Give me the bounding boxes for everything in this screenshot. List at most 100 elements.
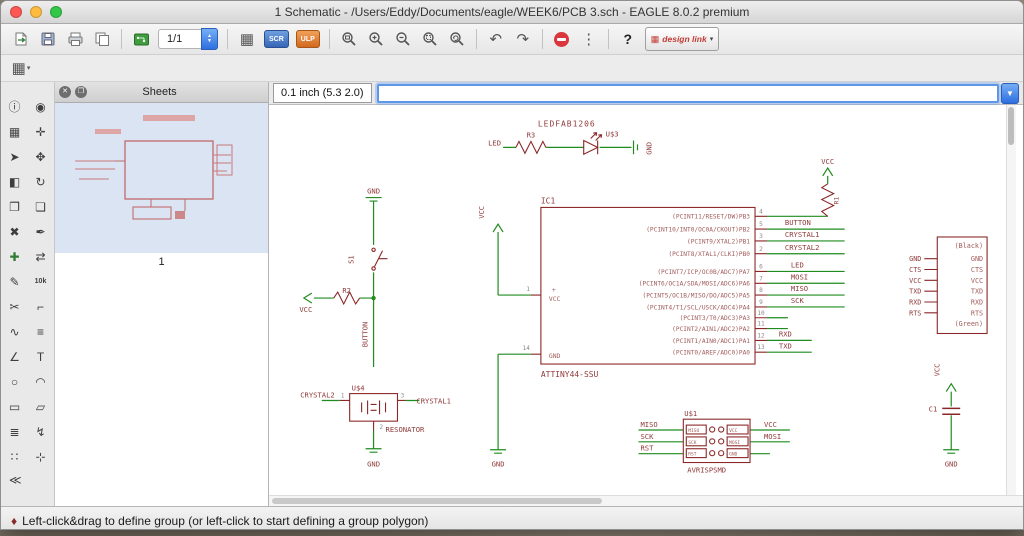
zoom-redraw-button[interactable] xyxy=(447,28,467,50)
ref-label[interactable]: U$4 xyxy=(352,384,365,393)
net-label[interactable]: CRYSTAL1 xyxy=(416,396,451,405)
ref-label[interactable]: U$1 xyxy=(684,409,697,418)
junction-tool-icon[interactable]: ∷ xyxy=(2,444,28,469)
net-label[interactable]: MISO xyxy=(791,284,808,293)
ref-label[interactable]: S1 xyxy=(347,255,356,264)
net-label[interactable]: TXD xyxy=(779,341,792,350)
net-label[interactable]: LED xyxy=(791,261,804,270)
undo-button[interactable]: ↶ xyxy=(486,28,506,50)
sheets-float-button[interactable]: ❐ xyxy=(75,86,87,98)
more-options-button[interactable]: ⋮ xyxy=(579,28,599,50)
gnd-symbol[interactable] xyxy=(365,196,382,202)
net-label[interactable]: VCC xyxy=(821,157,834,166)
part-label[interactable]: LEDFAB1206 xyxy=(538,120,596,129)
show-tool-icon[interactable]: ◉ xyxy=(28,94,54,119)
net-label[interactable]: GND xyxy=(909,255,921,263)
wire-tool-icon[interactable]: ∠ xyxy=(2,344,28,369)
net-label[interactable]: RTS xyxy=(909,309,921,317)
smash-tool-icon[interactable]: ✂ xyxy=(2,294,28,319)
label-tool-icon[interactable]: ⊹ xyxy=(28,444,54,469)
schematic-canvas[interactable]: LED R3 LEDFAB1206 U$3 GND GND S1 R2 VCC … xyxy=(269,105,1023,497)
net-label[interactable]: CRYSTAL1 xyxy=(785,230,820,239)
ref-label[interactable]: R2 xyxy=(342,286,351,295)
run-script-button[interactable]: SCR xyxy=(264,30,289,48)
vcc-symbol[interactable] xyxy=(492,223,504,233)
sheet-number-label[interactable]: 1 xyxy=(55,253,268,271)
net-label[interactable]: VCC xyxy=(932,364,941,377)
circle-tool-icon[interactable]: ○ xyxy=(2,369,28,394)
horizontal-scrollbar-thumb[interactable] xyxy=(272,497,602,504)
net-label[interactable]: VCC xyxy=(909,277,921,285)
ref-label[interactable]: R1 xyxy=(834,197,841,205)
rotate-tool-icon[interactable]: ↻ xyxy=(28,169,54,194)
split-tool-icon[interactable]: ∿ xyxy=(2,319,28,344)
copy-tool-icon[interactable]: ❐ xyxy=(2,194,28,219)
polygon-tool-icon[interactable]: ▱ xyxy=(28,394,54,419)
part-label[interactable]: AVRISPSMD xyxy=(687,465,726,474)
net-label[interactable]: BUTTON xyxy=(785,218,811,227)
net-label[interactable]: MISO xyxy=(640,420,657,429)
schematic-drawing[interactable]: LED R3 LEDFAB1206 U$3 GND GND S1 R2 VCC … xyxy=(269,105,1006,497)
net-label[interactable]: VCC xyxy=(764,420,777,429)
value-tool-icon[interactable]: 10k xyxy=(28,269,54,294)
net-label[interactable]: TXD xyxy=(909,288,921,296)
change-tool-icon[interactable]: ✒ xyxy=(28,219,54,244)
gnd-symbol[interactable] xyxy=(632,140,639,155)
copy-export-button[interactable] xyxy=(92,28,112,50)
net-label[interactable]: RXD xyxy=(779,329,792,338)
group-select-tool-icon[interactable]: ➤ xyxy=(2,144,28,169)
net-label[interactable]: CTS xyxy=(909,266,921,274)
miter-tool-icon[interactable]: ⌐ xyxy=(28,294,54,319)
ftdi-connector-body[interactable] xyxy=(936,236,988,335)
net-label[interactable]: MOSI xyxy=(764,432,781,441)
ref-label[interactable]: R3 xyxy=(527,131,536,140)
save-button[interactable] xyxy=(38,28,58,50)
part-label[interactable]: ATTINY44-SSU xyxy=(541,370,599,379)
open-file-button[interactable] xyxy=(11,28,31,50)
net-label[interactable]: GND xyxy=(367,460,380,469)
net-label[interactable]: CRYSTAL2 xyxy=(785,243,820,252)
net-label[interactable]: GND xyxy=(945,460,958,469)
net-label[interactable]: RXD xyxy=(909,298,921,306)
ref-label[interactable]: C1 xyxy=(929,404,938,413)
help-button[interactable]: ? xyxy=(618,28,638,50)
add-part-tool-icon[interactable]: ✚ xyxy=(2,244,28,269)
zoom-fit-button[interactable] xyxy=(339,28,359,50)
net-label[interactable]: GND xyxy=(367,187,380,196)
resistor-r1[interactable] xyxy=(820,183,835,217)
zoom-out-button[interactable] xyxy=(393,28,413,50)
net-label[interactable]: RST xyxy=(640,444,654,453)
gnd-symbol[interactable] xyxy=(365,448,382,453)
move-tool-icon[interactable]: ✥ xyxy=(28,144,54,169)
net-label[interactable]: GND xyxy=(492,460,505,469)
net-label[interactable]: CRYSTAL2 xyxy=(300,391,335,400)
text-tool-icon[interactable]: T xyxy=(28,344,54,369)
mark-tool-icon[interactable]: ✛ xyxy=(28,119,54,144)
command-input[interactable] xyxy=(376,83,999,103)
resonator-body[interactable] xyxy=(349,393,399,422)
close-button[interactable] xyxy=(10,6,22,18)
part-label[interactable]: RESONATOR xyxy=(386,425,426,434)
junction-dot[interactable] xyxy=(371,295,376,301)
design-link-button[interactable]: ▦ design link ▾ xyxy=(644,27,720,51)
pinswap-tool-icon[interactable]: ⇄ xyxy=(28,244,54,269)
sheets-close-button[interactable]: ✕ xyxy=(59,86,71,98)
collapse-palette-button[interactable]: ≪ xyxy=(1,473,54,487)
net-label[interactable]: SCK xyxy=(640,432,654,441)
print-button[interactable] xyxy=(65,28,85,50)
zoom-window-button[interactable] xyxy=(50,6,62,18)
net-label[interactable]: GND xyxy=(644,142,653,155)
paste-tool-icon[interactable]: ❏ xyxy=(28,194,54,219)
grid-button[interactable]: ▦ xyxy=(237,28,257,50)
switch-s1[interactable] xyxy=(371,247,388,271)
vcc-symbol[interactable] xyxy=(945,382,957,392)
vcc-symbol[interactable] xyxy=(302,292,313,304)
net-label[interactable]: VCC xyxy=(299,305,312,314)
capacitor-c1[interactable] xyxy=(942,407,961,416)
name-tool-icon[interactable]: ✎ xyxy=(2,269,28,294)
table-dropdown-button[interactable]: ▦ ▾ xyxy=(11,57,31,79)
net-label[interactable]: MOSI xyxy=(791,272,808,281)
arc-tool-icon[interactable]: ◠ xyxy=(28,369,54,394)
ref-label[interactable]: U$3 xyxy=(606,130,619,139)
delete-tool-icon[interactable]: ✖ xyxy=(2,219,28,244)
